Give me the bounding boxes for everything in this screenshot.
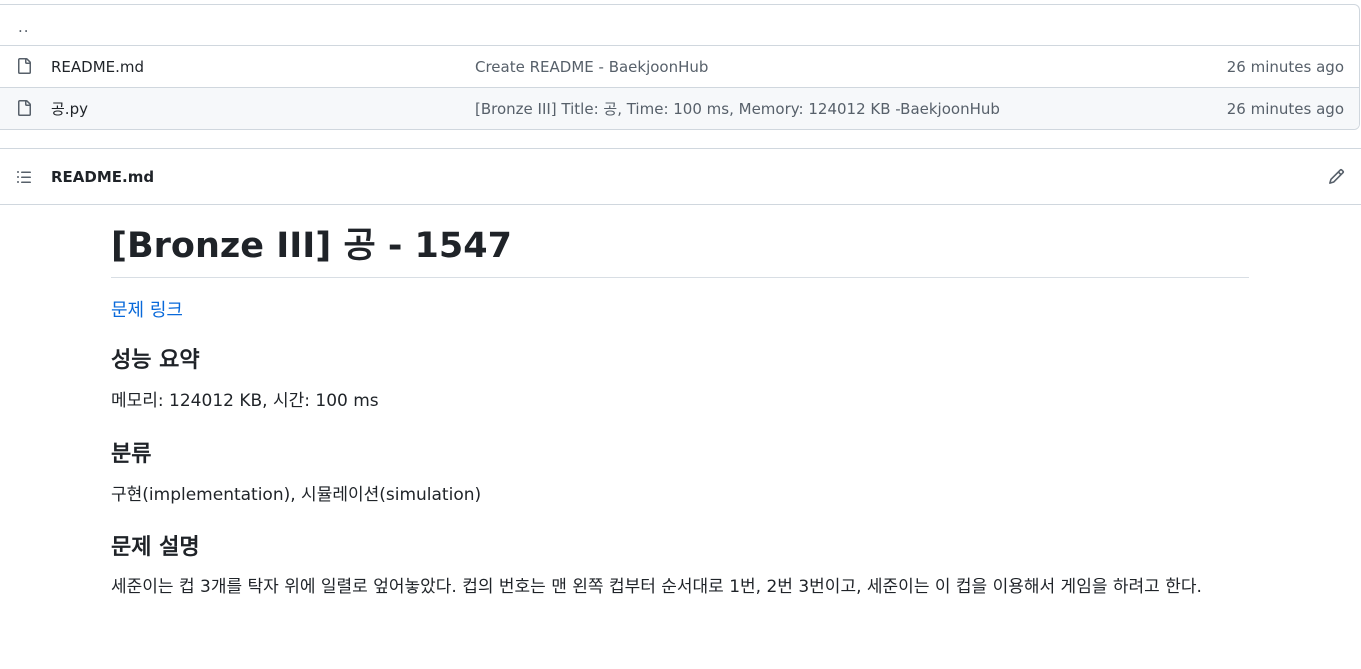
readme-header: README.md xyxy=(0,149,1361,205)
commit-message-link[interactable]: Create README - BaekjoonHub xyxy=(475,58,708,76)
parent-directory-link[interactable]: .. xyxy=(18,18,30,36)
file-icon xyxy=(18,58,31,74)
description-text: 세준이는 컵 3개를 탁자 위에 일렬로 엎어놓았다. 컵의 번호는 맨 왼쪽 … xyxy=(111,576,1202,597)
file-name-link[interactable]: README.md xyxy=(51,58,144,76)
list-icon[interactable] xyxy=(16,169,32,185)
pencil-icon[interactable] xyxy=(1328,168,1345,185)
file-row[interactable]: README.md Create README - BaekjoonHub 26… xyxy=(0,45,1359,87)
readme-filename: README.md xyxy=(51,168,155,186)
file-name-link[interactable]: 공.py xyxy=(51,98,88,119)
file-list: .. README.md Create README - BaekjoonHub… xyxy=(0,4,1360,130)
performance-text: 메모리: 124012 KB, 시간: 100 ms xyxy=(111,391,379,412)
category-text: 구현(implementation), 시뮬레이션(simulation) xyxy=(111,484,482,505)
parent-directory-row[interactable]: .. xyxy=(0,5,1359,45)
file-icon xyxy=(18,100,31,116)
performance-heading: 성능 요약 xyxy=(111,348,200,373)
commit-age: 26 minutes ago xyxy=(1226,57,1344,76)
problem-link[interactable]: 문제 링크 xyxy=(111,296,183,322)
readme-title: [Bronze III] 공 - 1547 xyxy=(111,225,1249,278)
commit-message-link[interactable]: [Bronze III] Title: 공, Time: 100 ms, Mem… xyxy=(475,98,1000,119)
readme-content: [Bronze III] 공 - 1547 문제 링크 성능 요약 메모리: 1… xyxy=(111,225,1249,601)
description-heading: 문제 설명 xyxy=(111,535,200,561)
category-heading: 분류 xyxy=(111,441,152,467)
commit-age: 26 minutes ago xyxy=(1226,99,1344,118)
file-row[interactable]: 공.py [Bronze III] Title: 공, Time: 100 ms… xyxy=(0,87,1359,129)
readme-panel: README.md [Bronze III] 공 - 1547 문제 링크 성능… xyxy=(0,148,1361,669)
